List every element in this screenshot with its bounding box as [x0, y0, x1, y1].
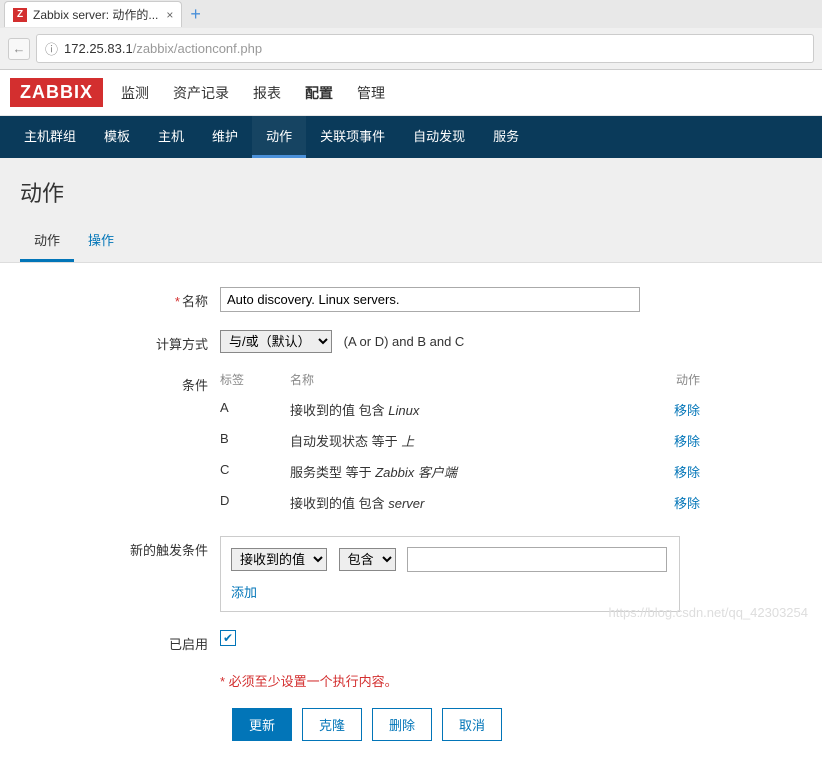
main-nav: 监测资产记录报表配置管理 [119, 79, 387, 107]
sub-nav: 主机群组模板主机维护动作关联项事件自动发现服务 [0, 116, 822, 158]
new-cond-op-select[interactable]: 包含 [339, 548, 396, 571]
nav-item[interactable]: 管理 [355, 79, 387, 107]
update-button[interactable]: 更新 [232, 708, 292, 741]
add-condition-link[interactable]: 添加 [231, 582, 257, 601]
cond-tag: B [220, 431, 290, 450]
cond-text: 自动发现状态 等于 上 [290, 431, 650, 450]
name-label: 名称 [182, 294, 208, 309]
cond-text: 接收到的值 包含 server [290, 493, 650, 512]
cond-head-name: 名称 [290, 371, 650, 388]
page-title: 动作 [0, 158, 822, 220]
warn-text: 必须至少设置一个执行内容。 [229, 674, 398, 689]
url-host: 172.25.83.1 [64, 41, 133, 56]
browser-tab[interactable]: Z Zabbix server: 动作的... × [4, 1, 182, 27]
subnav-item[interactable]: 动作 [252, 116, 306, 158]
cond-head-tag: 标签 [220, 371, 290, 388]
subnav-item[interactable]: 服务 [479, 116, 533, 158]
remove-link[interactable]: 移除 [674, 496, 700, 511]
tab-title: Zabbix server: 动作的... [33, 6, 158, 23]
form-tab[interactable]: 操作 [74, 220, 128, 262]
new-cond-value-input[interactable] [407, 547, 667, 572]
table-row: D接收到的值 包含 server 移除 [220, 487, 700, 518]
calc-label: 计算方式 [20, 330, 220, 353]
new-cond-label: 新的触发条件 [20, 536, 220, 559]
cond-tag: A [220, 400, 290, 419]
url-bar[interactable]: ⓘ 172.25.83.1/zabbix/actionconf.php [36, 34, 814, 63]
remove-link[interactable]: 移除 [674, 434, 700, 449]
nav-item[interactable]: 监测 [119, 79, 151, 107]
subnav-item[interactable]: 主机群组 [10, 116, 90, 158]
back-button[interactable]: ← [8, 38, 30, 60]
delete-button[interactable]: 删除 [372, 708, 432, 741]
form-tabs: 动作操作 [0, 220, 822, 263]
cond-tag: C [220, 462, 290, 481]
new-tab-button[interactable]: + [190, 4, 201, 25]
cond-head-action: 动作 [650, 371, 700, 388]
nav-item[interactable]: 资产记录 [171, 79, 231, 107]
cond-text: 接收到的值 包含 Linux [290, 400, 650, 419]
cond-text: 服务类型 等于 Zabbix 客户端 [290, 462, 650, 481]
subnav-item[interactable]: 主机 [144, 116, 198, 158]
subnav-item[interactable]: 自动发现 [399, 116, 479, 158]
cond-label: 条件 [20, 371, 220, 394]
table-row: A接收到的值 包含 Linux 移除 [220, 394, 700, 425]
calc-hint: (A or D) and B and C [344, 334, 465, 349]
close-icon[interactable]: × [166, 8, 173, 22]
info-icon[interactable]: ⓘ [45, 39, 58, 58]
table-row: C服务类型 等于 Zabbix 客户端 移除 [220, 456, 700, 487]
calc-select[interactable]: 与/或（默认） [220, 330, 332, 353]
cond-tag: D [220, 493, 290, 512]
enabled-checkbox[interactable]: ✔ [220, 630, 236, 646]
nav-item[interactable]: 报表 [251, 79, 283, 107]
name-input[interactable] [220, 287, 640, 312]
logo: ZABBIX [10, 78, 103, 107]
enabled-label: 已启用 [20, 630, 220, 653]
cancel-button[interactable]: 取消 [442, 708, 502, 741]
table-row: B自动发现状态 等于 上 移除 [220, 425, 700, 456]
clone-button[interactable]: 克隆 [302, 708, 362, 741]
url-path: /zabbix/actionconf.php [133, 41, 262, 56]
subnav-item[interactable]: 关联项事件 [306, 116, 399, 158]
nav-item[interactable]: 配置 [303, 79, 335, 107]
form-tab[interactable]: 动作 [20, 220, 74, 262]
subnav-item[interactable]: 维护 [198, 116, 252, 158]
remove-link[interactable]: 移除 [674, 403, 700, 418]
new-cond-type-select[interactable]: 接收到的值 [231, 548, 327, 571]
remove-link[interactable]: 移除 [674, 465, 700, 480]
subnav-item[interactable]: 模板 [90, 116, 144, 158]
favicon: Z [13, 8, 27, 22]
